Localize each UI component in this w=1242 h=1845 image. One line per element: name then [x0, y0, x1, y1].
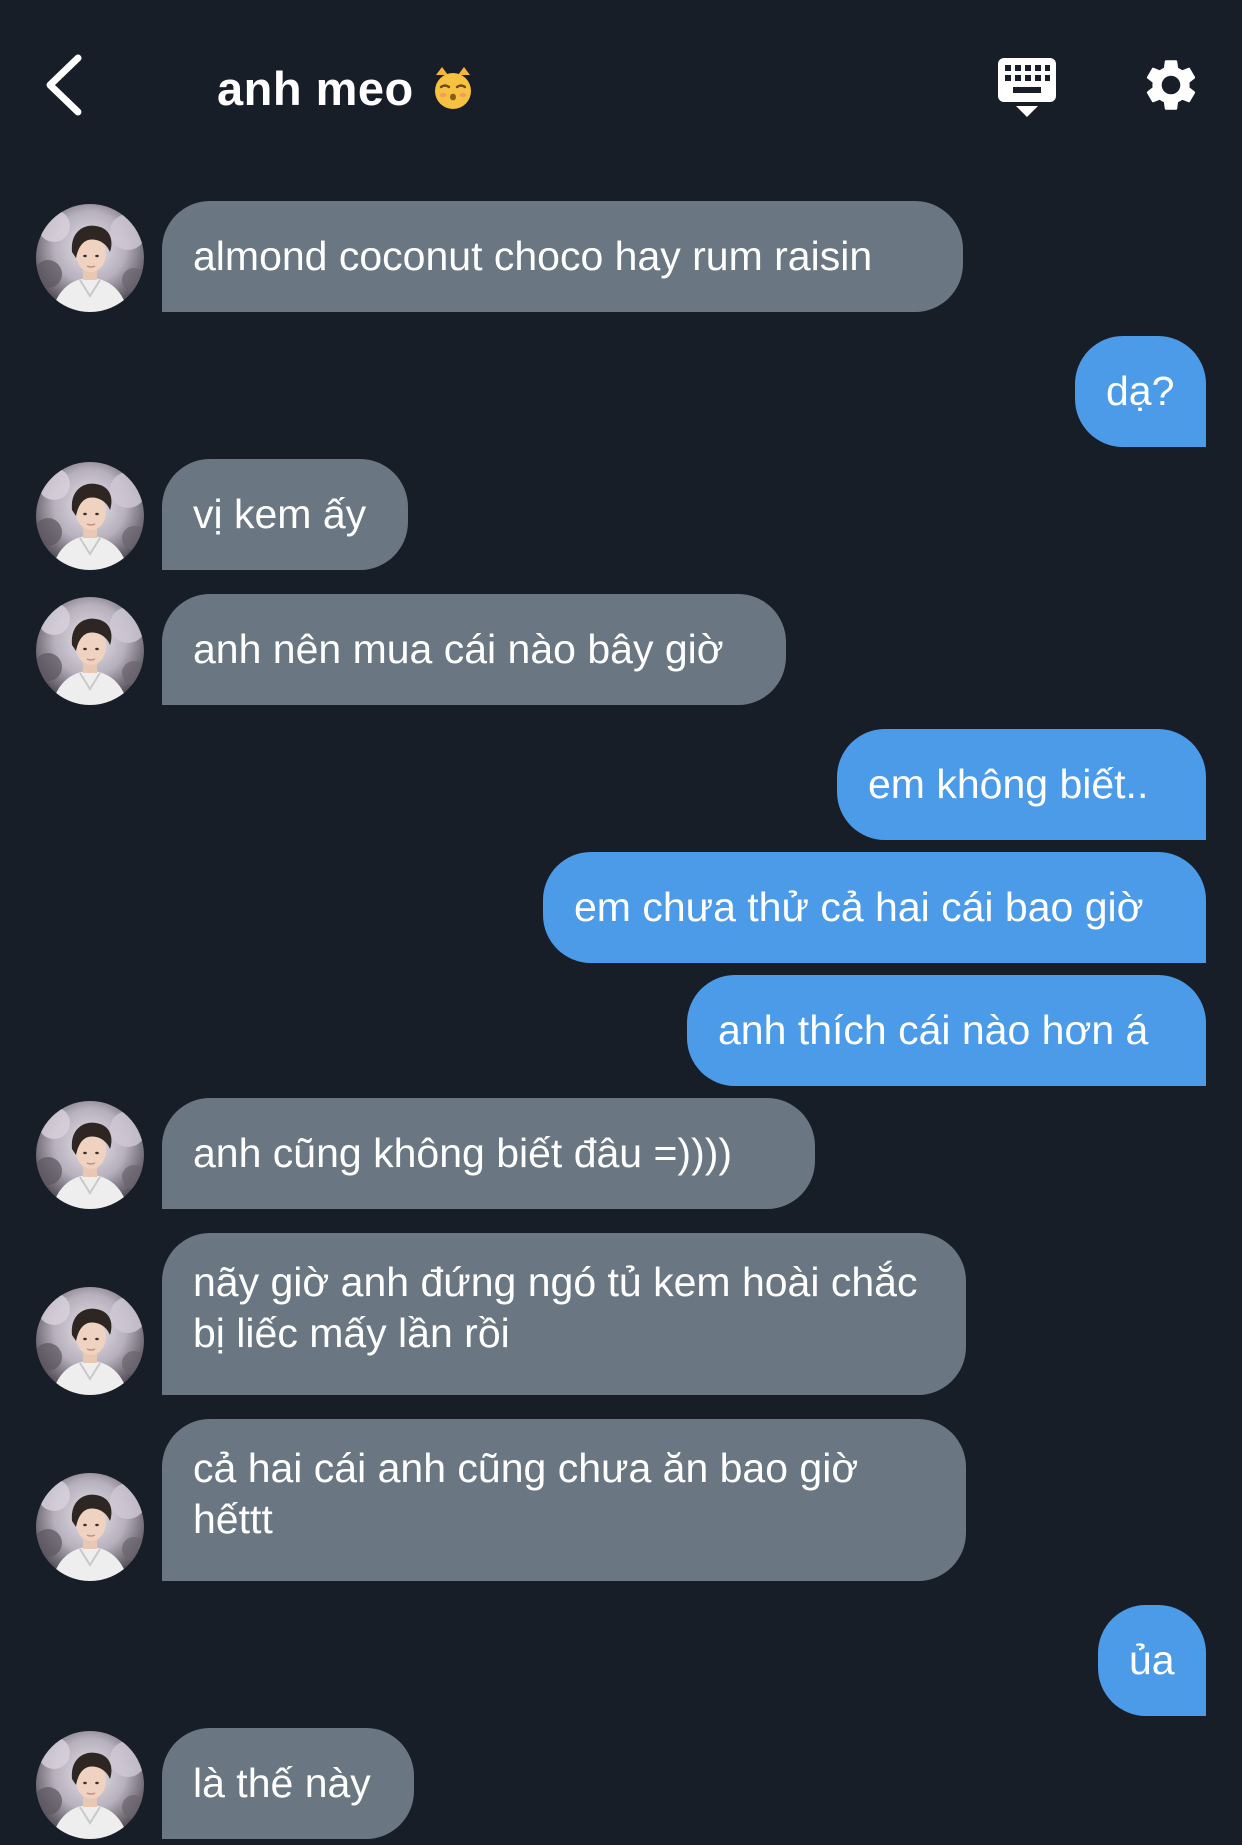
- gear-icon: [1146, 60, 1196, 110]
- message-bubble-outgoing[interactable]: anh thích cái nào hơn á: [687, 975, 1206, 1086]
- avatar[interactable]: [36, 462, 144, 570]
- chat-title: anh meo: [217, 58, 476, 118]
- chevron-left-icon: [46, 54, 82, 116]
- message-text: cả hai cái anh cũng chưa ăn bao giờ hếtt…: [193, 1445, 859, 1542]
- keyboard-button[interactable]: [996, 56, 1058, 118]
- message-text: anh nên mua cái nào bây giờ: [193, 626, 724, 672]
- message-bubble-outgoing[interactable]: em chưa thử cả hai cái bao giờ: [543, 852, 1206, 963]
- message-text: anh cũng không biết đâu =)))): [193, 1130, 733, 1176]
- message-text: là thế này: [193, 1760, 371, 1806]
- message-bubble-outgoing[interactable]: em không biết..: [837, 729, 1206, 840]
- message-text: dạ?: [1106, 368, 1175, 414]
- message-text: em không biết..: [868, 761, 1149, 807]
- message-text: nãy giờ anh đứng ngó tủ kem hoài chắc bị…: [193, 1259, 918, 1356]
- message-bubble-incoming[interactable]: anh nên mua cái nào bây giờ: [162, 594, 786, 705]
- avatar[interactable]: [36, 1731, 144, 1839]
- message-bubble-incoming[interactable]: là thế này: [162, 1728, 414, 1839]
- keyboard-icon: [998, 58, 1056, 117]
- avatar[interactable]: [36, 204, 144, 312]
- message-bubble-incoming[interactable]: vị kem ấy: [162, 459, 408, 570]
- avatar[interactable]: [36, 1287, 144, 1395]
- avatar[interactable]: [36, 597, 144, 705]
- settings-button[interactable]: [1140, 54, 1202, 116]
- message-bubble-incoming[interactable]: cả hai cái anh cũng chưa ăn bao giờ hếtt…: [162, 1419, 966, 1581]
- message-bubble-incoming[interactable]: nãy giờ anh đứng ngó tủ kem hoài chắc bị…: [162, 1233, 966, 1395]
- message-bubble-outgoing[interactable]: dạ?: [1075, 336, 1206, 447]
- message-bubble-outgoing[interactable]: ủa: [1098, 1605, 1206, 1716]
- message-text: anh thích cái nào hơn á: [718, 1007, 1149, 1053]
- avatar[interactable]: [36, 1101, 144, 1209]
- message-bubble-incoming[interactable]: anh cũng không biết đâu =)))): [162, 1098, 815, 1209]
- chat-header: anh meo: [0, 0, 1242, 170]
- message-text: em chưa thử cả hai cái bao giờ: [574, 884, 1144, 930]
- message-text: vị kem ấy: [193, 491, 367, 537]
- back-button[interactable]: [40, 50, 90, 120]
- avatar[interactable]: [36, 1473, 144, 1581]
- cat-emoji-icon: [430, 65, 476, 111]
- message-text: almond coconut choco hay rum raisin: [193, 233, 873, 279]
- message-bubble-incoming[interactable]: almond coconut choco hay rum raisin: [162, 201, 963, 312]
- message-text: ủa: [1129, 1637, 1175, 1683]
- contact-name: anh meo: [217, 61, 414, 115]
